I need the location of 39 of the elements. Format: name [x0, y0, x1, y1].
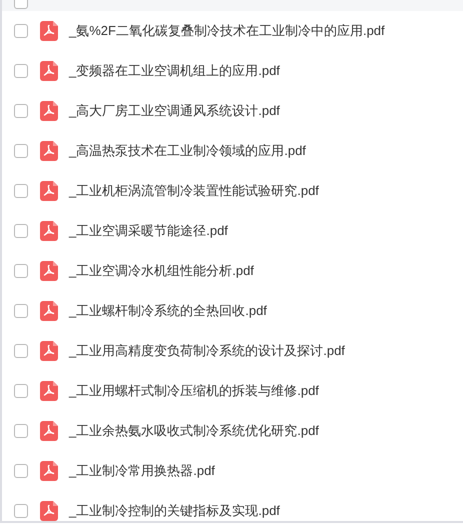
pdf-icon: [40, 61, 58, 81]
row-checkbox[interactable]: [14, 184, 28, 198]
file-name[interactable]: _工业机柜涡流管制冷装置性能试验研究.pdf: [69, 181, 319, 201]
pdf-icon: [40, 221, 58, 241]
file-name[interactable]: _工业余热氨水吸收式制冷系统优化研究.pdf: [69, 421, 319, 441]
row-checkbox[interactable]: [14, 384, 28, 398]
file-name[interactable]: _工业螺杆制冷系统的全热回收.pdf: [69, 301, 267, 321]
pdf-icon: [40, 421, 58, 441]
row-checkbox[interactable]: [14, 224, 28, 238]
pdf-icon: [40, 381, 58, 401]
row-checkbox[interactable]: [14, 24, 28, 38]
file-name[interactable]: _工业制冷常用换热器.pdf: [69, 461, 215, 481]
file-name[interactable]: _氨%2F二氧化碳复叠制冷技术在工业制冷中的应用.pdf: [69, 21, 385, 41]
file-name[interactable]: _变频器在工业空调机组上的应用.pdf: [69, 61, 280, 81]
row-checkbox[interactable]: [14, 144, 28, 158]
file-name[interactable]: _高大厂房工业空调通风系统设计.pdf: [69, 101, 280, 121]
row-checkbox[interactable]: [14, 344, 28, 358]
pdf-icon: [40, 181, 58, 201]
row-checkbox[interactable]: [14, 264, 28, 278]
row-checkbox[interactable]: [14, 64, 28, 78]
file-name[interactable]: _工业用螺杆式制冷压缩机的拆装与维修.pdf: [69, 381, 319, 401]
file-name[interactable]: _工业用高精度变负荷制冷系统的设计及探讨.pdf: [69, 341, 345, 361]
pdf-icon: [40, 301, 58, 321]
row-checkbox[interactable]: [14, 304, 28, 318]
file-name[interactable]: _工业空调冷水机组性能分析.pdf: [69, 261, 254, 281]
row-checkbox[interactable]: [14, 464, 28, 478]
file-name[interactable]: _工业制冷控制的关键指标及实现.pdf: [69, 501, 280, 521]
pdf-icon: [40, 341, 58, 361]
row-checkbox[interactable]: [14, 424, 28, 438]
file-name[interactable]: _工业空调采暖节能途径.pdf: [69, 221, 228, 241]
pdf-icon: [40, 21, 58, 41]
file-name[interactable]: _高温热泵技术在工业制冷领域的应用.pdf: [69, 141, 306, 161]
pdf-icon: [40, 101, 58, 121]
pdf-icon: [40, 461, 58, 481]
row-checkbox[interactable]: [14, 104, 28, 118]
pdf-icon: [40, 141, 58, 161]
row-checkbox[interactable]: [14, 504, 28, 518]
pdf-icon: [40, 261, 58, 281]
pdf-icon: [40, 501, 58, 521]
